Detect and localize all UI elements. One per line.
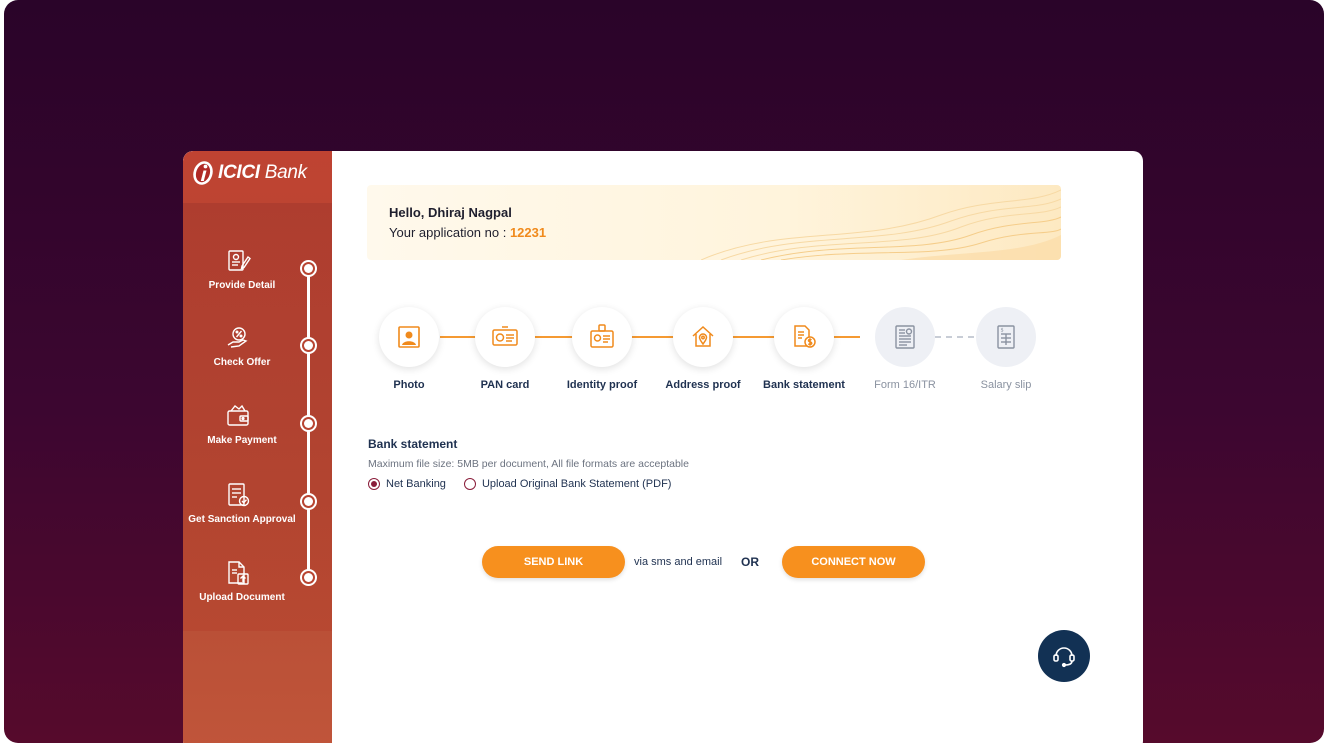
option-upload-pdf[interactable]: Upload Original Bank Statement (PDF)	[463, 478, 672, 490]
step-dot-make-payment	[300, 415, 317, 432]
id-badge-icon	[590, 324, 614, 348]
house-location-icon	[692, 325, 714, 347]
document-bank-statement[interactable]: Bank statement	[754, 307, 854, 397]
statement-dollar-icon	[794, 325, 816, 348]
section-help-text: Maximum file size: 5MB per document, All…	[368, 458, 689, 470]
option-label: Upload Original Bank Statement (PDF)	[481, 478, 672, 490]
sidebar-step-label: Check Offer	[213, 357, 271, 368]
step-dot-provide-detail	[300, 260, 317, 277]
bank-name: ICICI Bank	[218, 162, 307, 183]
sidebar-step-label: Make Payment	[207, 435, 277, 446]
document-salary-slip[interactable]: $ Salary slip	[956, 307, 1056, 397]
support-button[interactable]	[1038, 630, 1090, 682]
sidebar-step-provide-detail[interactable]: Provide Detail	[183, 248, 332, 308]
option-label: Net Banking	[386, 478, 446, 490]
application-number-row: Your application no : 12231	[389, 225, 546, 240]
document-circle	[673, 307, 733, 367]
bank-logo: ICICI Bank	[192, 158, 307, 188]
percent-hand-icon	[227, 327, 248, 348]
photo-icon	[398, 326, 420, 348]
document-label: Salary slip	[980, 379, 1032, 391]
form-edit-icon	[228, 250, 251, 271]
document-pan-card[interactable]: PAN card	[455, 307, 555, 397]
headset-icon	[1053, 647, 1075, 668]
sidebar-step-get-sanction-approval[interactable]: Get Sanction Approval	[183, 482, 332, 542]
or-divider: OR	[741, 555, 759, 569]
icici-logo-icon	[193, 161, 213, 185]
document-circle	[379, 307, 439, 367]
pan-card-icon	[492, 326, 518, 346]
step-dot-get-sanction-approval	[300, 493, 317, 510]
svg-text:$: $	[1001, 328, 1004, 334]
sidebar-step-check-offer[interactable]: Check Offer	[183, 325, 332, 385]
connect-now-button[interactable]: CONNECT NOW	[782, 546, 925, 578]
statement-method-options: Net Banking Upload Original Bank Stateme…	[368, 478, 689, 490]
greeting-name: Hello, Dhiraj Nagpal	[389, 205, 512, 220]
sidebar-step-label: Upload Document	[199, 592, 285, 603]
greeting-banner: Hello, Dhiraj Nagpal Your application no…	[367, 185, 1061, 260]
checklist-approve-icon	[228, 483, 250, 507]
document-circle	[475, 307, 535, 367]
document-address-proof[interactable]: Address proof	[653, 307, 753, 397]
wave-decoration	[701, 189, 1061, 260]
application-number: 12231	[509, 225, 547, 240]
document-circle	[572, 307, 632, 367]
application-card: ICICI Bank Provide Detail Check Offer Ma…	[183, 151, 1143, 743]
sidebar-step-label: Get Sanction Approval	[188, 514, 296, 525]
wallet-icon	[227, 404, 249, 426]
section-title: Bank statement	[368, 437, 458, 451]
sidebar: ICICI Bank Provide Detail Check Offer Ma…	[183, 151, 332, 743]
document-circle	[875, 307, 935, 367]
document-form-16-itr[interactable]: Form 16/ITR	[855, 307, 955, 397]
step-dot-upload-document	[300, 569, 317, 586]
step-dot-check-offer	[300, 337, 317, 354]
document-circle: $	[976, 307, 1036, 367]
radio-button[interactable]	[463, 478, 476, 490]
document-circle	[774, 307, 834, 367]
sidebar-step-label: Provide Detail	[208, 280, 276, 291]
salary-slip-icon: $	[997, 325, 1015, 349]
application-number-label: Your application no :	[389, 225, 510, 240]
sidebar-step-make-payment[interactable]: Make Payment	[183, 403, 332, 463]
send-link-button[interactable]: SEND LINK	[482, 546, 625, 578]
radio-button-selected[interactable]	[368, 478, 380, 490]
document-identity-proof[interactable]: Identity proof	[552, 307, 652, 397]
document-upload-icon	[228, 561, 249, 585]
option-net-banking[interactable]: Net Banking	[368, 478, 446, 490]
via-text: via sms and email	[634, 556, 723, 568]
document-photo[interactable]: Photo	[359, 307, 459, 397]
form16-icon	[895, 325, 915, 349]
